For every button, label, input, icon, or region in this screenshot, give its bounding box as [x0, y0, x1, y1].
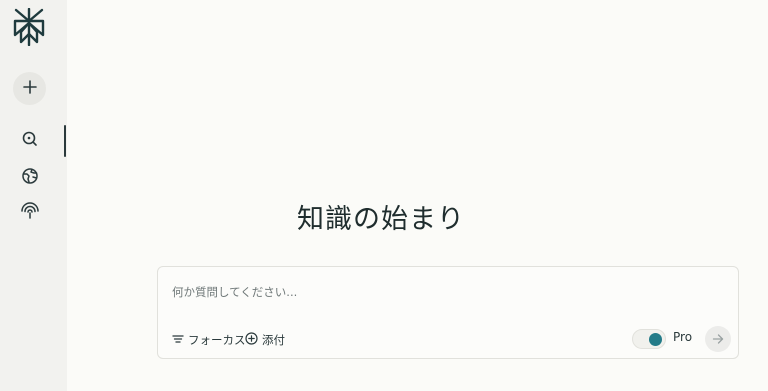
ask-input[interactable] [172, 281, 712, 303]
focus-label: フォーカス [188, 333, 246, 347]
active-nav-indicator [64, 125, 66, 157]
arrow-right-icon [712, 330, 724, 349]
globe-icon [21, 167, 39, 189]
focus-button[interactable]: フォーカス [172, 331, 246, 349]
submit-button[interactable] [705, 326, 731, 352]
attach-button[interactable]: 添付 [245, 331, 285, 349]
nav-item-discover[interactable] [19, 130, 41, 152]
plus-icon [22, 79, 38, 99]
toggle-knob [649, 333, 662, 346]
perplexity-logo-icon[interactable] [12, 7, 46, 47]
search-icon [21, 130, 39, 152]
new-thread-button[interactable] [13, 72, 46, 105]
pro-toggle[interactable] [632, 329, 666, 349]
ask-box: フォーカス 添付 Pro [157, 266, 739, 359]
page-title: 知識の始まり [297, 204, 465, 235]
pro-label: Pro [673, 330, 693, 344]
plus-circle-icon [245, 332, 258, 348]
nav-item-explore[interactable] [19, 167, 41, 189]
filter-icon [172, 333, 184, 348]
attach-label: 添付 [262, 333, 285, 347]
sidebar [0, 0, 67, 391]
